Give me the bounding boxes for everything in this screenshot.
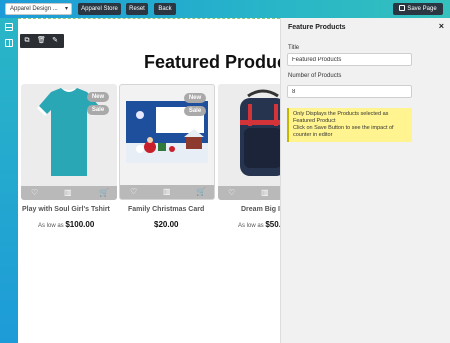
new-badge: New [87, 92, 109, 102]
card-actions: ♡ ▥ 🛒 [21, 186, 117, 200]
price-value: $100.00 [65, 220, 95, 229]
close-icon[interactable]: × [439, 21, 444, 31]
design-select[interactable]: Apparel Design ... ▾ [5, 3, 72, 15]
chevron-down-icon: ▾ [64, 6, 68, 12]
left-rail [0, 18, 18, 343]
panel-title: Feature Products [288, 24, 346, 31]
section-heading: Featured Product [144, 52, 280, 72]
count-label: Number of Products [288, 73, 342, 79]
sale-badge: Sale [87, 105, 109, 115]
compare-icon[interactable]: ▥ [261, 188, 269, 198]
columns-icon[interactable] [5, 39, 13, 47]
price-prefix: As low as [38, 223, 64, 229]
card-actions: ♡ ▥ 🛒 [218, 186, 280, 200]
product-name[interactable]: Play with Soul Girl's Tshirt [22, 206, 110, 213]
block-toolbar: ⧉ 🗑 ✎ [20, 34, 64, 48]
top-toolbar: Apparel Design ... ▾ Apparel Store Reset… [0, 0, 450, 18]
back-button[interactable]: Back [154, 3, 176, 15]
product-count-field[interactable] [287, 85, 412, 98]
edit-icon[interactable]: ✎ [51, 37, 59, 45]
heart-icon[interactable]: ♡ [130, 187, 137, 197]
save-page-label: Save Page [407, 6, 437, 12]
compare-icon[interactable]: ▥ [163, 187, 171, 197]
delete-icon[interactable]: 🗑 [37, 37, 46, 45]
cart-icon[interactable]: 🛒 [196, 187, 206, 197]
apparel-store-button[interactable]: Apparel Store [78, 3, 121, 15]
price-value: $50.00 [265, 220, 280, 229]
title-field[interactable] [287, 53, 412, 66]
product-price: As low as $50.00 [238, 220, 280, 229]
product-card[interactable]: New Sale ♡ ▥ 🛒 [119, 84, 215, 200]
compare-icon[interactable]: ▥ [64, 188, 72, 198]
design-select-value: Apparel Design ... [10, 6, 58, 12]
save-page-button[interactable]: Save Page [393, 3, 443, 15]
price-prefix: As low as [238, 223, 264, 229]
title-label: Title [288, 45, 300, 51]
card-actions: ♡ ▥ 🛒 [120, 185, 214, 199]
editor-canvas: ⧉ 🗑 ✎ Featured Product New Sale ♡ ▥ 🛒 Ne… [18, 18, 280, 343]
info-note: Only Displays the Products selected as F… [287, 108, 412, 142]
heart-icon[interactable]: ♡ [31, 188, 38, 198]
product-name[interactable]: Family Christmas Card [128, 206, 204, 213]
sale-badge: Sale [184, 106, 206, 116]
product-card[interactable]: ♡ ▥ 🛒 [218, 84, 280, 200]
settings-panel: Feature Products × Title Number of Produ… [280, 18, 450, 343]
price-value: $20.00 [154, 220, 179, 229]
product-card[interactable]: New Sale ♡ ▥ 🛒 [21, 84, 117, 200]
new-badge: New [184, 93, 206, 103]
heart-icon[interactable]: ♡ [228, 188, 235, 198]
product-price: As low as $100.00 [38, 220, 94, 229]
product-name[interactable]: Dream Big I [241, 206, 280, 213]
save-icon [399, 5, 406, 11]
backpack-image [240, 89, 280, 176]
reset-button[interactable]: Reset [126, 3, 148, 15]
cart-icon[interactable]: 🛒 [99, 188, 109, 198]
copy-icon[interactable]: ⧉ [23, 37, 31, 45]
layout-icon[interactable] [5, 23, 13, 31]
product-price: $20.00 [154, 220, 178, 229]
